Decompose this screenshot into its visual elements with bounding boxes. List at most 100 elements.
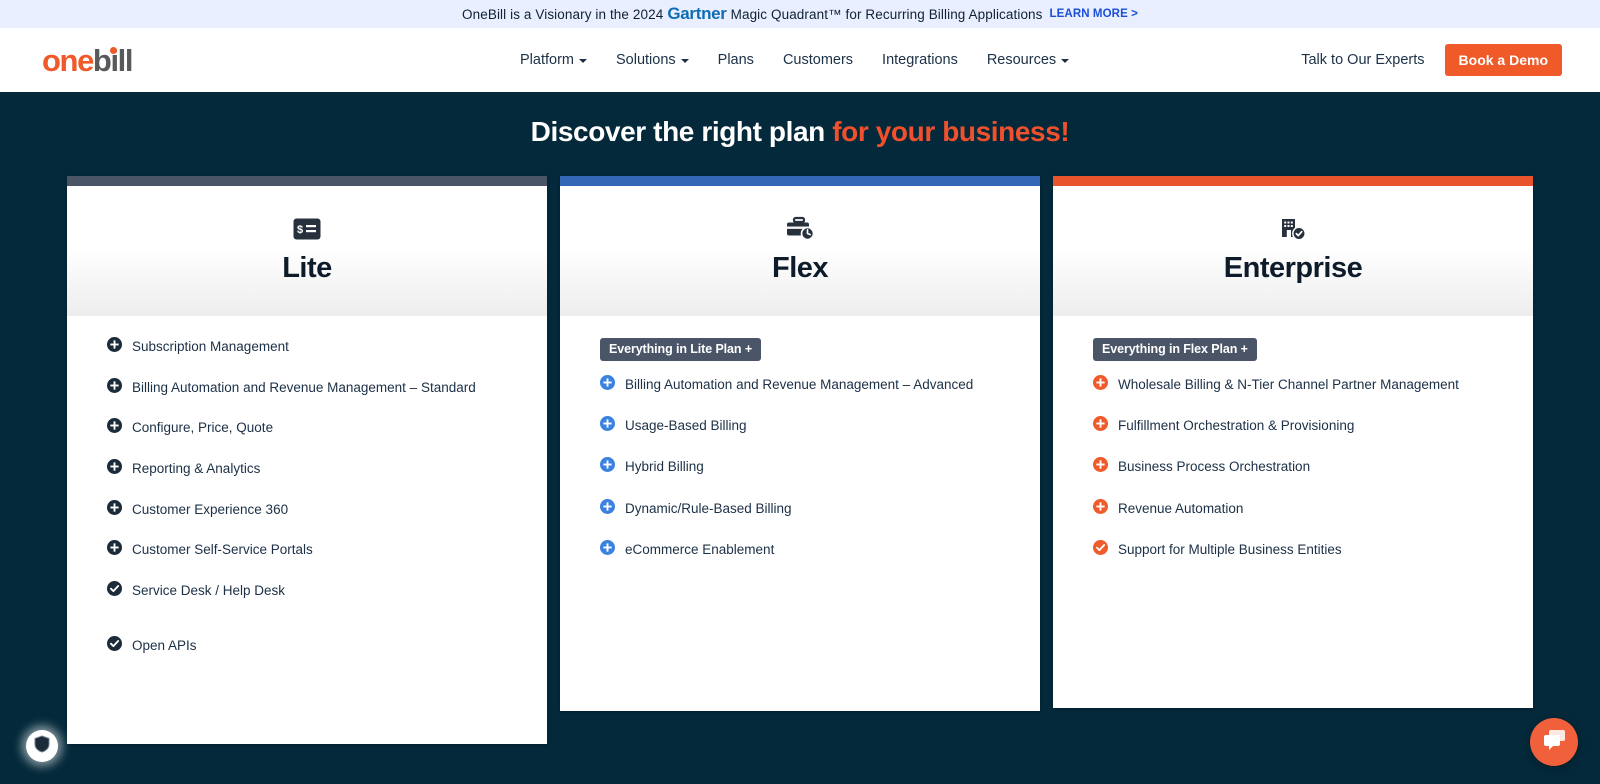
nav-item-platform[interactable]: Platform	[520, 52, 587, 68]
nav-item-customers[interactable]: Customers	[783, 52, 853, 68]
feature-item: Revenue Automation	[1093, 498, 1493, 518]
plus-circle-icon	[107, 418, 122, 437]
feature-item: Customer Experience 360	[107, 499, 507, 519]
onebill-logo[interactable]: onebill	[42, 42, 134, 78]
nav-label-resources: Resources	[986, 52, 1057, 68]
talk-to-experts-link[interactable]: Talk to Our Experts	[1301, 52, 1424, 68]
logo-one-text: one	[42, 42, 94, 78]
plus-circle-icon	[600, 498, 615, 518]
plus-circle-icon	[107, 377, 122, 397]
plan-badge-enterprise: Everything in Flex Plan +	[1093, 338, 1257, 361]
nav-item-resources[interactable]: Resources	[986, 52, 1070, 68]
feature-item: Configure, Price, Quote	[107, 418, 507, 437]
feature-item: Hybrid Billing	[600, 457, 1000, 476]
plan-header-flex: Flex	[560, 186, 1040, 316]
feature-label: Hybrid Billing	[625, 459, 704, 475]
plus-circle-icon	[1093, 375, 1108, 394]
feature-list-enterprise: Wholesale Billing & N-Tier Channel Partn…	[1093, 375, 1493, 559]
feature-list-flex: Billing Automation and Revenue Managemen…	[600, 375, 1000, 559]
feature-label: Fulfillment Orchestration & Provisioning	[1118, 418, 1355, 434]
plan-name-enterprise: Enterprise	[1223, 252, 1363, 284]
plan-body-lite: Subscription Management Billing Automati…	[67, 316, 547, 744]
feature-item: Billing Automation and Revenue Managemen…	[107, 377, 507, 397]
feature-label: Usage-Based Billing	[625, 418, 747, 434]
feature-item: Fulfillment Orchestration & Provisioning	[1093, 416, 1493, 435]
feature-item: Open APIs	[107, 636, 507, 655]
feature-label: Subscription Management	[132, 339, 289, 354]
security-shield-widget[interactable]	[26, 730, 58, 762]
nav-item-integrations[interactable]: Integrations	[882, 52, 958, 68]
feature-item: Billing Automation and Revenue Managemen…	[600, 375, 1000, 394]
plan-accent-bar-flex	[560, 176, 1040, 186]
plus-circle-icon	[600, 375, 615, 394]
chat-widget-button[interactable]	[1530, 718, 1578, 766]
plus-circle-icon	[1093, 457, 1108, 476]
announcement-text-after: Magic Quadrant™ for Recurring Billing Ap…	[730, 6, 1043, 22]
announcement-bar: OneBill is a Visionary in the 2024 Gartn…	[0, 0, 1600, 28]
feature-label: Service Desk / Help Desk	[132, 583, 286, 599]
feature-label: Customer Self-Service Portals	[132, 542, 313, 558]
nav-label-plans: Plans	[717, 52, 754, 68]
main-navigation: Platform Solutions Plans Customers Integ…	[520, 28, 1070, 92]
feature-label: Customer Experience 360	[132, 501, 289, 517]
gartner-brand: Gartner	[667, 4, 727, 23]
feature-item: Subscription Management	[107, 337, 507, 356]
nav-item-plans[interactable]: Plans	[718, 52, 754, 68]
plan-header-enterprise: Enterprise	[1053, 186, 1533, 316]
plus-circle-icon	[107, 459, 122, 478]
feature-label: Billing Automation and Revenue Managemen…	[132, 379, 476, 395]
plan-card-lite: $ Lite Subscription Management Billing A…	[67, 176, 547, 744]
nav-item-solutions[interactable]: Solutions	[616, 52, 689, 68]
feature-list-lite: Subscription Management Billing Automati…	[107, 337, 507, 656]
plan-name-lite: Lite	[282, 252, 332, 284]
plan-badge-flex: Everything in Lite Plan +	[600, 338, 762, 361]
building-check-icon	[1279, 214, 1307, 244]
nav-label-customers: Customers	[782, 52, 854, 68]
nav-label-solutions: Solutions	[616, 52, 676, 68]
feature-label: Support for Multiple Business Entities	[1118, 541, 1342, 557]
plus-circle-icon	[107, 337, 122, 356]
page-title: Discover the right plan for your busines…	[0, 92, 1600, 148]
nav-label-integrations: Integrations	[882, 52, 958, 68]
header-actions: Talk to Our Experts Book a Demo	[1301, 28, 1562, 92]
plan-name-flex: Flex	[771, 252, 829, 284]
plan-accent-bar-enterprise	[1053, 176, 1533, 186]
feature-label: Wholesale Billing & N-Tier Channel Partn…	[1118, 377, 1459, 392]
feature-item: Reporting & Analytics	[107, 459, 507, 478]
feature-item: Service Desk / Help Desk	[107, 581, 507, 600]
plus-circle-icon	[600, 457, 615, 476]
chevron-down-icon	[680, 59, 689, 63]
pricing-cards: $ Lite Subscription Management Billing A…	[0, 176, 1600, 744]
chevron-down-icon	[579, 59, 587, 63]
plus-circle-icon	[107, 499, 122, 519]
plan-body-flex: Everything in Lite Plan + Billing Automa…	[560, 316, 1040, 711]
plus-circle-icon	[600, 539, 615, 559]
page-title-accent: for your business!	[832, 116, 1070, 147]
svg-text:$: $	[297, 224, 303, 236]
chat-bubble-icon	[1541, 728, 1567, 757]
plus-circle-icon	[107, 540, 122, 559]
feature-item: Usage-Based Billing	[600, 416, 1000, 435]
chevron-down-icon	[1061, 59, 1070, 63]
plan-card-flex: Flex Everything in Lite Plan + Billing A…	[560, 176, 1040, 711]
check-circle-icon	[1093, 539, 1108, 559]
page-title-primary: Discover the right plan	[530, 116, 833, 147]
feature-label: eCommerce Enablement	[625, 541, 775, 557]
feature-label: Business Process Orchestration	[1118, 459, 1311, 475]
book-a-demo-button[interactable]: Book a Demo	[1444, 44, 1562, 76]
security-shield-icon	[34, 734, 50, 758]
announcement-text-before: OneBill is a Visionary in the 2024	[462, 6, 664, 22]
learn-more-link[interactable]: LEARN MORE >	[1050, 8, 1138, 20]
feature-item: Business Process Orchestration	[1093, 457, 1493, 476]
plan-accent-bar-lite	[67, 176, 547, 186]
feature-label: Billing Automation and Revenue Managemen…	[625, 377, 974, 392]
logo-dot-icon	[110, 46, 117, 54]
feature-label: Reporting & Analytics	[132, 461, 261, 477]
plan-body-enterprise: Everything in Flex Plan + Wholesale Bill…	[1053, 316, 1533, 708]
briefcase-clock-icon	[785, 214, 815, 244]
plan-header-lite: $ Lite	[67, 186, 547, 316]
plus-circle-icon	[1093, 416, 1108, 435]
plus-circle-icon	[1093, 498, 1108, 518]
feature-item: Customer Self-Service Portals	[107, 540, 507, 559]
check-circle-icon	[107, 636, 122, 655]
